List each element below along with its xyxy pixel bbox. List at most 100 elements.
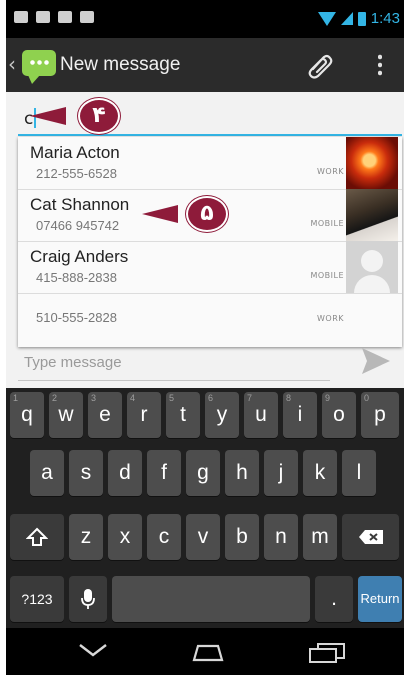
contact-name: Craig Anders [30,247,129,266]
key-label: p [374,403,386,426]
return-key[interactable]: Return [358,576,402,622]
clock: 1:43 [370,10,400,27]
key-hint: 5 [169,393,175,403]
contact-name: Cat Shannon [30,195,130,214]
key-hint: 4 [130,393,136,403]
key-n[interactable]: n [264,514,298,560]
page-title: New message [60,54,181,75]
list-item[interactable]: 510-555-2828 WORK [18,293,402,345]
key-s[interactable]: s [69,450,103,496]
callout-label: ۴ [92,103,106,128]
send-icon[interactable] [360,346,392,376]
back-icon[interactable] [78,642,108,658]
key-label: q [21,403,33,426]
key-hint: 7 [247,393,253,403]
key-hint: 9 [325,393,331,403]
message-placeholder: Type message [24,354,122,371]
navigation-bar [6,628,404,675]
notification-icons [14,11,94,23]
key-q[interactable]: 1q [10,392,44,438]
overflow-menu-icon[interactable] [378,53,382,77]
contact-number: 212-555-6528 [36,166,117,181]
status-bar: 1:43 [6,0,404,38]
key-hint: 6 [208,393,214,403]
key-l[interactable]: l [342,450,376,496]
voicemail-icon [36,11,50,23]
key-h[interactable]: h [225,450,259,496]
wifi-icon [317,11,336,26]
default-avatar-icon [346,241,398,293]
space-key[interactable] [112,576,310,622]
contact-number: 415-888-2838 [36,270,117,285]
microphone-icon [81,589,95,610]
key-hint: 0 [364,393,370,403]
list-item[interactable]: Maria Acton 212-555-6528 WORK [18,137,402,190]
key-w[interactable]: 2w [49,392,83,438]
shift-key[interactable] [10,514,64,560]
phone-screen: 1:43 ‹ New message c Maria Acton 212-555… [6,0,404,675]
download-icon [58,11,72,23]
key-g[interactable]: g [186,450,220,496]
shift-icon [25,528,49,547]
list-item[interactable]: Craig Anders 415-888-2838 MOBILE [18,241,402,294]
backspace-icon [358,530,383,545]
key-label: w [58,403,74,426]
key-c[interactable]: c [147,514,181,560]
key-p[interactable]: 0p [361,392,399,438]
soft-keyboard: 1q 2w 3e 4r 5t 6y 7u 8i 9o 0p a s d f g … [6,388,404,628]
key-a[interactable]: a [30,450,64,496]
contact-name: Maria Acton [30,143,120,162]
key-y[interactable]: 6y [205,392,239,438]
key-label: r [140,403,148,426]
contact-number: 510-555-2828 [36,310,117,325]
contact-photo [346,137,398,189]
key-b[interactable]: b [225,514,259,560]
key-o[interactable]: 9o [322,392,356,438]
callout-label: ۵ [200,201,214,226]
key-x[interactable]: x [108,514,142,560]
key-hint: 8 [286,393,292,403]
voice-input-key[interactable] [69,576,107,622]
key-hint: 2 [52,393,58,403]
paperclip-icon[interactable] [306,51,334,79]
key-label: e [99,403,111,426]
key-m[interactable]: m [303,514,337,560]
number-type: MOBILE [310,219,344,228]
key-d[interactable]: d [108,450,142,496]
key-label: t [180,403,186,426]
screenshot-frame: 1:43 ‹ New message c Maria Acton 212-555… [0,0,404,675]
download-icon [80,11,94,23]
key-k[interactable]: k [303,450,337,496]
recent-apps-icon[interactable] [306,642,346,664]
signal-icon [340,12,353,25]
compose-area: c Maria Acton 212-555-6528 WORK Cat Shan… [6,92,404,388]
system-icons: 1:43 [317,10,400,27]
key-t[interactable]: 5t [166,392,200,438]
period-key[interactable]: . [315,576,353,622]
number-type: WORK [316,314,344,323]
sms-notification-icon [14,11,28,23]
callout-5: ۵ [142,196,234,232]
key-v[interactable]: v [186,514,220,560]
key-label: o [333,403,345,426]
contact-photo [346,189,398,241]
battery-icon [357,11,366,26]
key-u[interactable]: 7u [244,392,278,438]
symbols-key[interactable]: ?123 [10,576,64,622]
callout-4: ۴ [30,98,122,134]
number-type: MOBILE [310,271,344,280]
key-r[interactable]: 4r [127,392,161,438]
key-z[interactable]: z [69,514,103,560]
message-input[interactable]: Type message [18,350,330,381]
key-i[interactable]: 8i [283,392,317,438]
up-navigation-icon[interactable]: ‹ [8,52,16,76]
home-icon[interactable] [190,644,226,662]
action-bar: ‹ New message [6,38,404,92]
messaging-app-icon[interactable] [22,50,56,84]
key-j[interactable]: j [264,450,298,496]
key-label: i [297,403,303,426]
contact-number: 07466 945742 [36,218,120,233]
key-f[interactable]: f [147,450,181,496]
backspace-key[interactable] [342,514,399,560]
key-e[interactable]: 3e [88,392,122,438]
